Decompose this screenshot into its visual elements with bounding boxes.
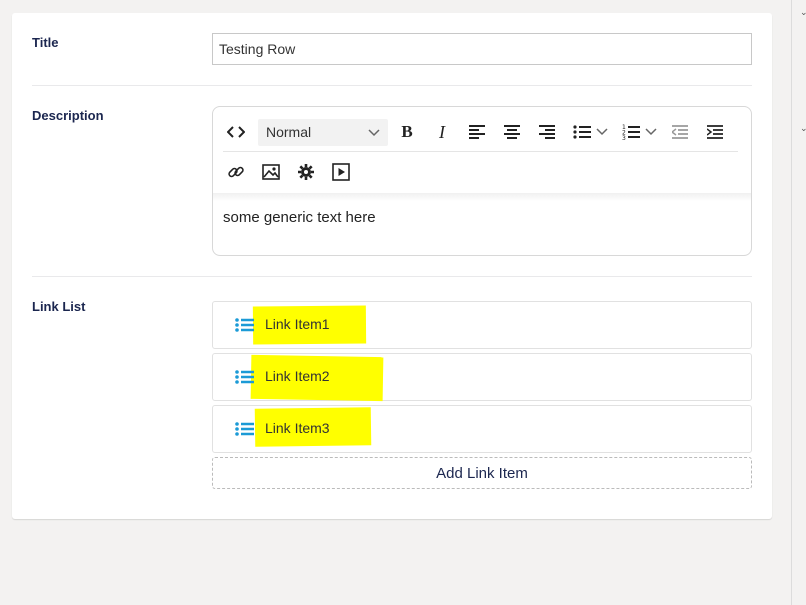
align-right-icon[interactable] xyxy=(534,119,560,145)
link-icon[interactable] xyxy=(223,159,249,185)
chevron-down-icon[interactable]: ⌄ xyxy=(800,124,806,134)
description-label: Description xyxy=(32,108,104,123)
link-item-label: Link Item3 xyxy=(265,420,330,436)
indent-icon[interactable] xyxy=(702,119,728,145)
link-list-item[interactable]: Link Item3 xyxy=(212,405,752,453)
add-link-item-button[interactable]: Add Link Item xyxy=(212,457,752,489)
toolbar-shadow xyxy=(213,193,751,201)
divider xyxy=(32,276,752,277)
link-item-label: Link Item2 xyxy=(265,368,330,384)
rich-text-editor[interactable]: Normal B I 123 some generic text here xyxy=(212,106,752,256)
settings-icon[interactable] xyxy=(293,159,319,185)
link-list-item[interactable]: Link Item1 xyxy=(212,301,752,349)
side-panel-edge xyxy=(791,0,806,605)
media-icon[interactable] xyxy=(328,159,354,185)
link-list-label: Link List xyxy=(32,299,86,314)
divider xyxy=(32,85,752,86)
chevron-down-icon[interactable] xyxy=(644,119,658,145)
link-list-item[interactable]: Link Item2 xyxy=(212,353,752,402)
toolbar-divider xyxy=(223,151,738,152)
title-label: Title xyxy=(32,35,59,50)
chevron-down-icon xyxy=(368,124,380,140)
chevron-down-icon[interactable]: ⌄ xyxy=(800,8,806,18)
editor-toolbar-row-1: Normal B I 123 xyxy=(223,117,737,147)
svg-text:3: 3 xyxy=(622,135,626,140)
list-icon xyxy=(235,370,254,384)
outdent-icon[interactable] xyxy=(667,119,693,145)
editor-toolbar-row-2 xyxy=(223,157,363,187)
format-select[interactable]: Normal xyxy=(258,118,388,146)
image-icon[interactable] xyxy=(258,159,284,185)
format-select-value: Normal xyxy=(266,124,312,140)
list-icon xyxy=(235,318,254,332)
list-icon xyxy=(235,422,254,436)
align-center-icon[interactable] xyxy=(499,119,525,145)
bold-icon[interactable]: B xyxy=(394,119,420,145)
chevron-down-icon[interactable] xyxy=(595,119,609,145)
link-item-label: Link Item1 xyxy=(265,316,330,332)
bullet-list-icon[interactable] xyxy=(569,119,595,145)
editor-content[interactable]: some generic text here xyxy=(223,209,376,226)
ordered-list-icon[interactable]: 123 xyxy=(618,119,644,145)
align-left-icon[interactable] xyxy=(464,119,490,145)
title-input[interactable] xyxy=(212,33,752,65)
italic-icon[interactable]: I xyxy=(429,119,455,145)
code-icon[interactable] xyxy=(223,119,249,145)
